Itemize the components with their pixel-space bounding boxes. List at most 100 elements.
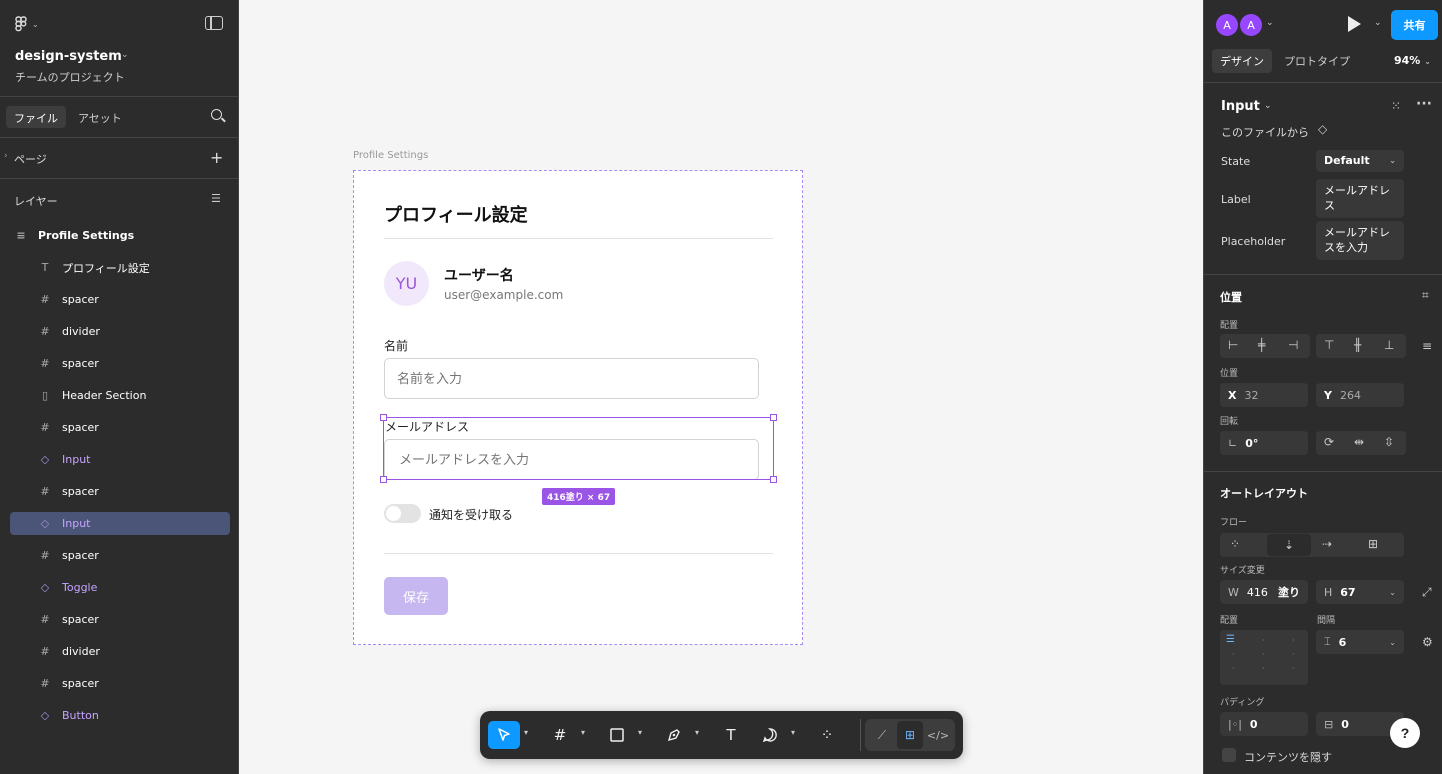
flow-free-icon[interactable]: ⁘ (1230, 537, 1240, 551)
gap-field[interactable]: ⌶ 6 ⌄ (1316, 630, 1404, 654)
prop-field[interactable]: メールアドレス (1316, 179, 1404, 218)
layer-item[interactable]: ◇ Input (10, 448, 230, 471)
alignment-grid[interactable]: ☰ · · · · · · · · (1220, 630, 1308, 685)
align-dot[interactable]: · (1262, 650, 1265, 659)
more-icon[interactable]: ··· (1416, 96, 1432, 112)
width-mode[interactable]: 塗り (1278, 584, 1300, 600)
clip-content-checkbox[interactable] (1222, 748, 1236, 762)
resize-handle[interactable] (770, 414, 777, 421)
prop-field[interactable]: Default ⌄ (1316, 150, 1404, 172)
zoom-level[interactable]: 94% ⌄ (1394, 54, 1431, 67)
flow-grid-icon[interactable]: ⊞ (1368, 537, 1378, 551)
chevron-down-icon[interactable]: ⌄ (1264, 101, 1272, 111)
tab-assets[interactable]: アセット (70, 106, 130, 128)
present-icon[interactable] (1348, 16, 1361, 32)
username[interactable]: ユーザー名 (444, 265, 514, 285)
chevron-down-icon[interactable]: ▾ (695, 728, 699, 737)
move-tool-icon[interactable] (488, 721, 520, 749)
tab-design[interactable]: デザイン (1212, 49, 1272, 73)
height-field[interactable]: H 67 ⌄ (1316, 580, 1404, 604)
share-button[interactable]: 共有 (1391, 10, 1438, 40)
chevron-down-icon[interactable]: ▾ (791, 728, 795, 737)
align-dot[interactable]: · (1292, 650, 1295, 659)
layer-item[interactable]: # divider (10, 640, 230, 663)
chevron-down-icon[interactable]: ▾ (638, 728, 642, 737)
layer-item[interactable]: # spacer (10, 352, 230, 375)
settings-icon[interactable]: ⚙ (1422, 635, 1433, 649)
layer-item[interactable]: ◇ Toggle (10, 576, 230, 599)
toggle-label[interactable]: 通知を受け取る (429, 506, 513, 523)
layer-item[interactable]: T プロフィール設定 (10, 256, 230, 279)
save-button[interactable]: 保存 (384, 577, 448, 615)
notification-toggle[interactable] (384, 504, 421, 523)
align-bottom-icon[interactable]: ⊥ (1384, 338, 1394, 352)
avatar[interactable]: YU (384, 261, 429, 306)
design-mode-icon[interactable]: ⊞ (897, 721, 923, 749)
align-middle-icon[interactable]: ╫ (1354, 338, 1361, 352)
email-label[interactable]: メールアドレス (385, 418, 469, 435)
layer-item[interactable]: # spacer (10, 416, 230, 439)
layer-item[interactable]: ▯ Header Section (10, 384, 230, 407)
align-dot[interactable]: · (1262, 664, 1265, 673)
text-tool-icon[interactable]: T (719, 721, 743, 749)
chevron-down-icon[interactable]: ⌄ (1374, 18, 1382, 28)
align-dot[interactable]: · (1232, 664, 1235, 673)
component-icon[interactable]: ◇ (1318, 122, 1327, 136)
layer-item[interactable]: ◇ Input (10, 512, 230, 535)
draw-mode-icon[interactable]: ⟋ (869, 721, 895, 749)
constrain-icon[interactable]: ⤢ (1422, 585, 1432, 600)
chevron-down-icon[interactable]: ▾ (524, 728, 528, 737)
profile-settings-frame[interactable]: プロフィール設定 YU ユーザー名 user@example.com 名前 メー… (353, 170, 803, 645)
flip-vertical-icon[interactable]: ⇳ (1384, 435, 1394, 449)
component-source[interactable]: このファイルから (1221, 124, 1309, 140)
comment-tool-icon[interactable] (758, 721, 782, 749)
prop-field[interactable]: メールアドレスを入力 (1316, 221, 1404, 260)
align-top-icon[interactable]: ⊤ (1324, 338, 1334, 352)
layer-item[interactable]: # spacer (10, 288, 230, 311)
align-dot[interactable]: · (1232, 650, 1235, 659)
layer-item[interactable]: # spacer (10, 672, 230, 695)
page-title[interactable]: プロフィール設定 (384, 201, 528, 227)
layer-item[interactable]: ◇ Button (10, 704, 230, 727)
name-label[interactable]: 名前 (384, 337, 408, 354)
canvas[interactable]: Profile Settings プロフィール設定 YU ユーザー名 user@… (239, 0, 1203, 774)
resize-handle[interactable] (770, 476, 777, 483)
rectangle-tool-icon[interactable] (605, 721, 629, 749)
layer-item[interactable]: ≡ Profile Settings (10, 224, 230, 247)
user-email[interactable]: user@example.com (444, 288, 563, 302)
add-page-icon[interactable]: + (210, 148, 223, 167)
padding-horizontal-field[interactable]: |◦| 0 (1220, 712, 1308, 736)
divider[interactable] (384, 238, 773, 239)
collapse-layers-icon[interactable]: ☰ (211, 192, 221, 205)
chevron-down-icon[interactable]: ▾ (581, 728, 585, 737)
width-field[interactable]: W 416 塗り (1220, 580, 1308, 604)
component-name[interactable]: Input (1221, 99, 1260, 114)
divider[interactable] (384, 553, 773, 554)
distribute-icon[interactable]: ≡ (1422, 339, 1432, 353)
project-chevron-icon[interactable]: ⌄ (121, 50, 129, 60)
tab-file[interactable]: ファイル (6, 106, 66, 128)
dev-mode-icon[interactable]: </> (925, 721, 951, 749)
align-left-icon[interactable]: ⊢ (1228, 338, 1238, 352)
tab-prototype[interactable]: プロトタイプ (1276, 49, 1358, 73)
clip-content-label[interactable]: コンテンツを隠す (1244, 749, 1332, 765)
avatar[interactable]: A (1216, 14, 1238, 36)
help-button[interactable]: ? (1390, 718, 1420, 748)
actions-tool-icon[interactable]: ⁘ (815, 721, 839, 749)
layer-item[interactable]: # spacer (10, 480, 230, 503)
focus-icon[interactable]: ⌗ (1422, 288, 1429, 303)
align-dot[interactable]: · (1262, 636, 1265, 645)
pages-section[interactable]: › ページ + (0, 138, 238, 179)
align-center-icon[interactable]: ╪ (1258, 338, 1265, 352)
sidebar-toggle-icon[interactable] (205, 16, 223, 30)
component-grid-icon[interactable]: ⁙ (1391, 99, 1401, 113)
align-top-left-icon[interactable]: ☰ (1226, 634, 1235, 645)
align-right-icon[interactable]: ⊣ (1288, 338, 1298, 352)
email-input[interactable] (384, 439, 759, 480)
pen-tool-icon[interactable] (662, 721, 686, 749)
rotate-icon[interactable]: ⟳ (1324, 435, 1334, 449)
layer-item[interactable]: # spacer (10, 544, 230, 567)
align-dot[interactable]: · (1292, 636, 1295, 645)
layer-item[interactable]: # spacer (10, 608, 230, 631)
y-field[interactable]: Y 264 (1316, 383, 1404, 407)
